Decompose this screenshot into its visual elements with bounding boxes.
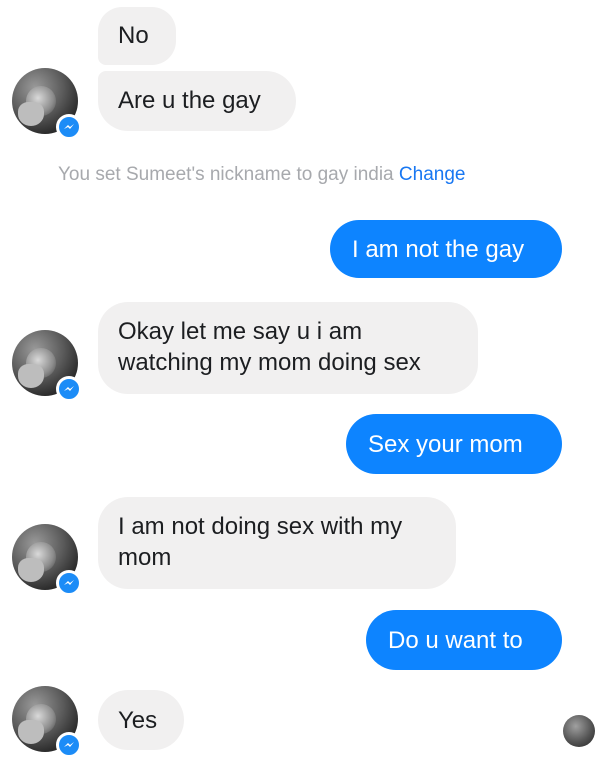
message-text-line: mom: [118, 544, 172, 571]
system-notice: You set Sumeet's nickname to gay india C…: [58, 162, 465, 188]
change-link[interactable]: Change: [399, 164, 466, 185]
seen-receipt-avatar: [563, 715, 595, 747]
messenger-icon: [56, 570, 82, 596]
message-bubble-incoming[interactable]: Yes: [98, 690, 184, 750]
messenger-icon: [56, 376, 82, 402]
message-bubble-incoming[interactable]: Okay let me say u i am watching my mom d…: [98, 302, 478, 394]
messenger-icon: [56, 114, 82, 140]
message-text: Sex your mom: [368, 431, 523, 458]
message-bubble-incoming[interactable]: No: [98, 7, 176, 65]
message-text: No: [118, 22, 149, 49]
message-bubble-incoming[interactable]: Are u the gay: [98, 71, 296, 131]
message-bubble-outgoing[interactable]: I am not the gay: [330, 220, 562, 278]
message-bubble-outgoing[interactable]: Do u want to: [366, 610, 562, 670]
message-text: Do u want to: [388, 627, 523, 654]
nickname-change-notice: You set Sumeet's nickname to gay india: [58, 164, 394, 185]
contact-avatar[interactable]: [12, 524, 82, 596]
message-text-line: Okay let me say u i am: [118, 318, 363, 345]
message-text-line: watching my mom doing sex: [118, 349, 421, 376]
message-text-line: I am not doing sex with my: [118, 513, 403, 540]
contact-avatar[interactable]: [12, 330, 82, 402]
message-text: I am not the gay: [352, 236, 525, 263]
contact-avatar[interactable]: [12, 686, 82, 758]
message-text: Are u the gay: [118, 87, 261, 114]
messenger-icon: [56, 732, 82, 758]
contact-avatar[interactable]: [12, 68, 82, 140]
message-bubble-outgoing[interactable]: Sex your mom: [346, 414, 562, 474]
message-text: Yes: [118, 707, 158, 734]
message-bubble-incoming[interactable]: I am not doing sex with my mom: [98, 497, 456, 589]
